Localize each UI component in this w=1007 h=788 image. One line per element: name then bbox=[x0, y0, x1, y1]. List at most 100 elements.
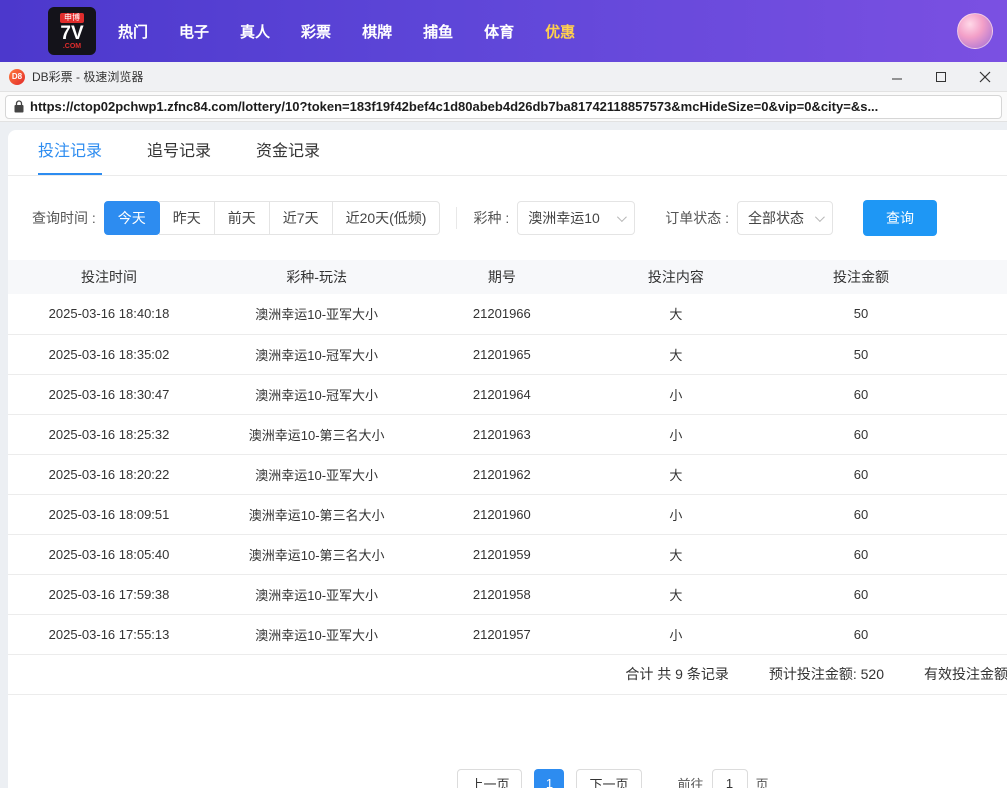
current-page-button[interactable]: 1 bbox=[534, 768, 565, 788]
cell-game: 澳洲幸运10-亚军大小 bbox=[210, 454, 424, 495]
logo-text: 7V bbox=[60, 22, 84, 44]
cell-status: 已中奖 bbox=[950, 414, 1007, 455]
table-row: 2025-03-16 18:30:47 澳洲幸运10-冠军大小 21201964 小 6… bbox=[8, 374, 1007, 415]
time-filter-button-2[interactable]: 前天 bbox=[213, 201, 270, 235]
column-header-2: 期号 bbox=[423, 260, 581, 294]
url-field[interactable]: https://ctop02pchwp1.zfnc84.com/lottery/… bbox=[5, 94, 1002, 119]
logo-suffix: .COM bbox=[62, 42, 82, 50]
column-header-0: 投注时间 bbox=[8, 260, 211, 294]
cell-issue: 21201957 bbox=[423, 614, 581, 655]
nav-item-6[interactable]: 体育 bbox=[484, 21, 514, 42]
nav-item-1[interactable]: 电子 bbox=[179, 21, 209, 42]
cell-amount: 60 bbox=[771, 574, 951, 615]
nav-item-0[interactable]: 热门 bbox=[118, 21, 148, 42]
next-page-button[interactable]: 下一页 bbox=[576, 768, 642, 788]
summary-total: 合计 共 9 条记录 bbox=[625, 666, 729, 682]
filter-row: 查询时间 : 今天 昨天 前天 近7天 近20天(低频) 彩种 : 澳洲幸运10 订单状… bbox=[32, 200, 1007, 236]
nav-item-4[interactable]: 棋牌 bbox=[362, 21, 392, 42]
cell-game: 澳洲幸运10-亚军大小 bbox=[210, 294, 424, 335]
time-filter-button-3[interactable]: 近7天 bbox=[268, 201, 333, 235]
cell-amount: 60 bbox=[771, 374, 951, 415]
browser-address-bar: https://ctop02pchwp1.zfnc84.com/lottery/… bbox=[0, 92, 1007, 122]
cell-time: 2025-03-16 18:35:02 bbox=[8, 334, 211, 375]
chevron-down-icon bbox=[617, 211, 628, 222]
cell-content: 大 bbox=[580, 534, 772, 575]
cell-amount: 50 bbox=[771, 334, 951, 375]
nav-item-5[interactable]: 捕鱼 bbox=[423, 21, 453, 42]
tab-chase-records[interactable]: 追号记录 bbox=[147, 130, 211, 175]
summary-valid-amount: 有效投注金额 bbox=[924, 666, 1007, 682]
close-icon[interactable] bbox=[963, 62, 1007, 91]
table-row: 2025-03-16 18:35:02 澳洲幸运10-冠军大小 21201965 大 5… bbox=[8, 334, 1007, 375]
nav-item-2[interactable]: 真人 bbox=[240, 21, 270, 42]
lottery-select-value: 澳洲幸运10 bbox=[528, 210, 600, 226]
cell-time: 2025-03-16 18:05:40 bbox=[8, 534, 211, 575]
filter-divider bbox=[456, 207, 458, 229]
order-status-select[interactable]: 全部状态 bbox=[737, 201, 834, 235]
cell-game: 澳洲幸运10-亚军大小 bbox=[210, 614, 424, 655]
browser-title-bar: D8 DB彩票 - 极速浏览器 bbox=[0, 62, 1007, 92]
cell-status: 已中奖 bbox=[950, 534, 1007, 575]
cell-issue: 21201960 bbox=[423, 494, 581, 535]
cell-amount: 60 bbox=[771, 414, 951, 455]
record-tabs: 投注记录 追号记录 资金记录 bbox=[8, 130, 1007, 176]
time-filter-button-4[interactable]: 近20天(低频) bbox=[331, 201, 441, 235]
table-row: 2025-03-16 18:20:22 澳洲幸运10-亚军大小 21201962 大 6… bbox=[8, 454, 1007, 495]
site-favicon-icon: D8 bbox=[9, 68, 25, 85]
lottery-filter-label: 彩种 : bbox=[473, 210, 510, 226]
maximize-icon[interactable] bbox=[919, 62, 963, 91]
cell-content: 大 bbox=[580, 294, 772, 335]
cell-game: 澳洲幸运10-冠军大小 bbox=[210, 334, 424, 375]
cell-content: 大 bbox=[580, 334, 772, 375]
cell-content: 小 bbox=[580, 494, 772, 535]
site-logo[interactable]: 申博 7V .COM bbox=[48, 7, 96, 55]
column-header-1: 彩种-玩法 bbox=[210, 260, 424, 294]
site-nav-bar: 申博 7V .COM 热门 电子 真人 彩票 棋牌 捕鱼 体育 优惠 bbox=[0, 0, 1007, 62]
cell-game: 澳洲幸运10-第三名大小 bbox=[210, 414, 424, 455]
nav-item-3[interactable]: 彩票 bbox=[301, 21, 331, 42]
pagination: 上一页 1 下一页 前往 页 bbox=[63, 768, 1007, 788]
cell-amount: 60 bbox=[771, 454, 951, 495]
search-button[interactable]: 查询 bbox=[863, 200, 938, 236]
minimize-icon[interactable] bbox=[875, 62, 919, 91]
cell-content: 小 bbox=[580, 614, 772, 655]
cell-game: 澳洲幸运10-亚军大小 bbox=[210, 574, 424, 615]
cell-time: 2025-03-16 18:20:22 bbox=[8, 454, 211, 495]
chevron-down-icon bbox=[815, 211, 825, 222]
goto-page-group: 前往 页 bbox=[678, 768, 769, 788]
cell-time: 2025-03-16 18:09:51 bbox=[8, 494, 211, 535]
logo-badge: 申博 bbox=[60, 12, 84, 23]
cell-status: 已中奖 bbox=[950, 334, 1007, 375]
table-row: 2025-03-16 18:05:40 澳洲幸运10-第三名大小 21201959 大… bbox=[8, 534, 1007, 575]
lottery-select[interactable]: 澳洲幸运10 bbox=[517, 201, 636, 235]
prev-page-button[interactable]: 上一页 bbox=[457, 768, 523, 788]
site-nav-items: 热门 电子 真人 彩票 棋牌 捕鱼 体育 优惠 bbox=[118, 21, 575, 42]
cell-amount: 50 bbox=[771, 294, 951, 335]
cell-time: 2025-03-16 18:25:32 bbox=[8, 414, 211, 455]
table-header-row: 投注时间彩种-玩法期号投注内容投注金额状态 bbox=[8, 260, 1007, 294]
cell-issue: 21201966 bbox=[423, 294, 581, 335]
records-card: 投注记录 追号记录 资金记录 查询时间 : 今天 昨天 前天 近7天 近20天(低频) … bbox=[8, 130, 1007, 788]
cell-content: 大 bbox=[580, 454, 772, 495]
cell-content: 大 bbox=[580, 574, 772, 615]
time-filter-button-0[interactable]: 今天 bbox=[103, 201, 160, 235]
lock-icon bbox=[14, 100, 24, 113]
cell-amount: 60 bbox=[771, 534, 951, 575]
cell-time: 2025-03-16 17:55:13 bbox=[8, 614, 211, 655]
cell-content: 小 bbox=[580, 414, 772, 455]
cell-issue: 21201958 bbox=[423, 574, 581, 615]
summary-row: 合计 共 9 条记录 预计投注金额: 520 有效投注金额 bbox=[8, 655, 1007, 695]
page-background: 投注记录 追号记录 资金记录 查询时间 : 今天 昨天 前天 近7天 近20天(低频) … bbox=[0, 122, 1007, 788]
status-select-value: 全部状态 bbox=[748, 210, 805, 226]
summary-expected-amount: 预计投注金额: 520 bbox=[768, 666, 884, 682]
tab-fund-records[interactable]: 资金记录 bbox=[256, 130, 320, 175]
table-row: 2025-03-16 17:55:13 澳洲幸运10-亚军大小 21201957 小 6… bbox=[8, 614, 1007, 655]
cell-issue: 21201959 bbox=[423, 534, 581, 575]
user-avatar[interactable] bbox=[957, 13, 993, 49]
goto-page-input[interactable] bbox=[711, 768, 748, 788]
bet-records-table: 投注时间彩种-玩法期号投注内容投注金额状态 2025-03-16 18:40:1… bbox=[8, 260, 1007, 655]
nav-item-7[interactable]: 优惠 bbox=[545, 21, 575, 42]
time-filter-button-1[interactable]: 昨天 bbox=[158, 201, 215, 235]
cell-status: 未中奖 bbox=[950, 614, 1007, 655]
tab-bet-records[interactable]: 投注记录 bbox=[38, 130, 103, 175]
